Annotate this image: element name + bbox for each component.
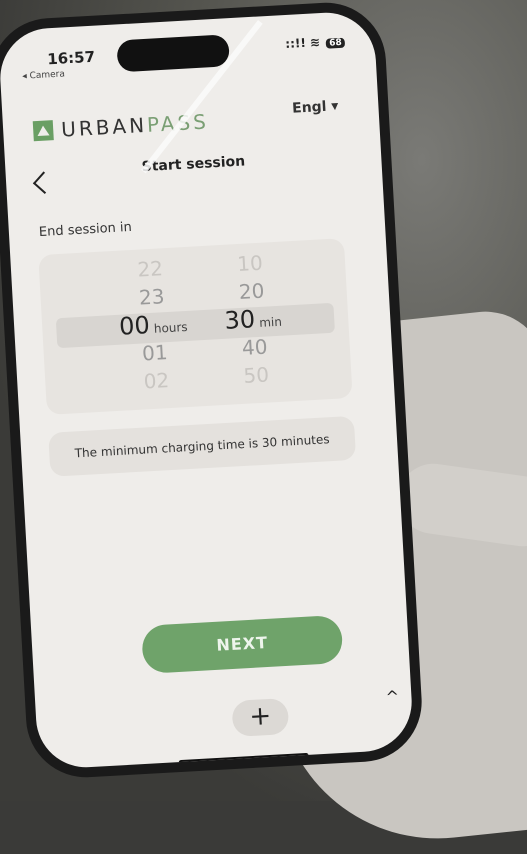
hours-column[interactable]: 22 23 00 hours 01 02	[104, 252, 202, 397]
minutes-unit: min	[258, 314, 283, 330]
battery-icon: 68	[326, 37, 346, 49]
home-indicator[interactable]	[178, 752, 309, 766]
back-to-app-link[interactable]: ◂ Camera	[22, 69, 65, 81]
signal-wifi-icon: ::!! ≋	[284, 35, 321, 52]
duration-picker[interactable]: 22 23 00 hours 01 02 10 20 30 min 40 50	[38, 238, 353, 415]
minutes-column[interactable]: 10 20 30 min 40 50	[204, 247, 302, 392]
hours-unit: hours	[153, 319, 188, 336]
status-time: 16:57	[46, 47, 96, 69]
phone-screen: 16:57 ◂ Camera ::!! ≋ 68 URBANPASS Engl …	[0, 10, 415, 770]
status-icons: ::!! ≋ 68	[284, 34, 346, 52]
logo-mark-icon	[32, 120, 54, 142]
language-selector[interactable]: Engl ▾	[292, 98, 339, 117]
end-session-label: End session in	[38, 219, 133, 241]
phone: 16:57 ◂ Camera ::!! ≋ 68 URBANPASS Engl …	[0, 0, 425, 781]
next-button[interactable]: NEXT	[141, 614, 344, 674]
page-title: Start session	[141, 153, 246, 176]
minutes-option[interactable]: 50	[211, 359, 302, 392]
hours-option[interactable]: 02	[111, 364, 202, 397]
min-charging-notice: The minimum charging time is 30 minutes	[48, 415, 357, 477]
brand-name-bold: URBAN	[60, 112, 148, 142]
add-button[interactable]: +	[231, 697, 290, 738]
dynamic-island	[116, 34, 230, 73]
chevron-up-icon[interactable]: ^	[377, 681, 409, 713]
hours-option-selected[interactable]: 00 hours	[108, 308, 199, 341]
